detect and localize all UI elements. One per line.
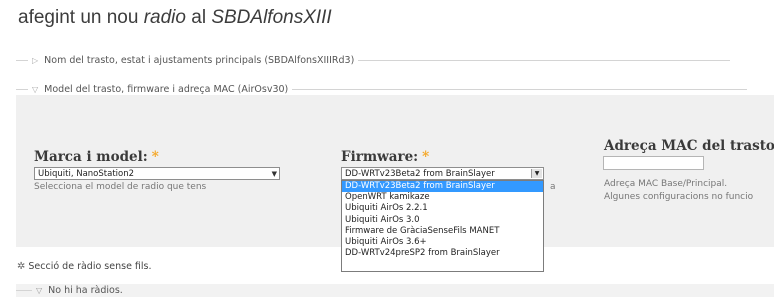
fieldset-border xyxy=(16,60,28,61)
fieldset-model-firmware-legend[interactable]: Model del trasto, firmware i adreça MAC … xyxy=(44,84,288,95)
no-radios-label: No hi ha ràdios. xyxy=(48,285,123,296)
right-arrow-icon[interactable]: ▷ xyxy=(32,56,38,65)
model-help: Selecciona el model de radio que tens xyxy=(34,182,207,192)
chevron-down-icon: ▼ xyxy=(271,170,277,178)
wireless-section-label: Secció de ràdio sense fils. xyxy=(28,261,152,272)
wireless-section[interactable]: ✲ Secció de ràdio sense fils. xyxy=(17,261,152,272)
firmware-option[interactable]: DD-WRTv24preSP2 from BrainSlayer xyxy=(342,248,543,259)
firmware-option[interactable]: Ubiquiti AirOs 3.0 xyxy=(342,215,543,226)
collapse-icon: ▽ xyxy=(36,286,43,295)
title-radio: radio xyxy=(143,7,186,28)
firmware-select[interactable]: DD-WRTv23Beta2 from BrainSlayer ▼ xyxy=(341,167,544,180)
firmware-option[interactable]: OpenWRT kamikaze xyxy=(342,192,543,203)
fieldset-border xyxy=(16,290,32,291)
fieldset-model-firmware[interactable]: ▽ Model del trasto, firmware i adreça MA… xyxy=(16,84,748,95)
model-select[interactable]: Ubiquiti, NanoStation2 ▼ xyxy=(34,167,280,180)
firmware-option[interactable]: Ubiquiti AirOs 3.6+ xyxy=(342,237,543,248)
firmware-option[interactable]: Ubiquiti AirOs 2.2.1 xyxy=(342,203,543,214)
mac-help-1: Adreça MAC Base/Principal. xyxy=(604,179,728,189)
radio-icon: ✲ xyxy=(17,261,26,272)
no-radios: ▽ No hi ha ràdios. xyxy=(16,285,123,296)
model-select-value: Ubiquiti, NanoStation2 xyxy=(38,169,135,179)
mac-label: Adreça MAC del trasto:* xyxy=(604,138,774,154)
page-title: afegint un nou radio al SBDAlfonsXIII xyxy=(18,7,332,29)
title-prefix: afegint un nou xyxy=(18,7,144,28)
required-mark: * xyxy=(151,149,159,165)
firmware-help-fragment: a xyxy=(550,182,556,192)
fieldset-main-settings[interactable]: ▷ Nom del trasto, estat i ajustaments pr… xyxy=(16,55,731,66)
firmware-label: Firmware: * xyxy=(341,149,430,165)
fieldset-main-settings-legend[interactable]: Nom del trasto, estat i ajustaments prin… xyxy=(44,55,354,66)
fieldset-border xyxy=(16,89,28,90)
title-middle: al xyxy=(185,7,212,28)
fieldset-border xyxy=(292,89,748,90)
firmware-option[interactable]: DD-WRTv23Beta2 from BrainSlayer xyxy=(342,181,543,193)
mac-help-2: Algunes configuracions no funcio xyxy=(604,192,754,202)
required-mark: * xyxy=(422,149,430,165)
chevron-down-icon[interactable]: ▼ xyxy=(531,169,542,178)
no-radios-row xyxy=(16,284,774,297)
firmware-option[interactable]: Firmware de GràciaSenseFils MANET xyxy=(342,226,543,237)
fieldset-border xyxy=(358,60,731,61)
title-node: SBDAlfonsXIII xyxy=(211,7,332,28)
firmware-select-value: DD-WRTv23Beta2 from BrainSlayer xyxy=(345,169,495,179)
down-arrow-icon[interactable]: ▽ xyxy=(32,85,38,94)
firmware-dropdown[interactable]: DD-WRTv23Beta2 from BrainSlayer OpenWRT … xyxy=(341,180,544,272)
model-label: Marca i model: * xyxy=(34,149,159,165)
mac-input[interactable] xyxy=(603,156,704,170)
